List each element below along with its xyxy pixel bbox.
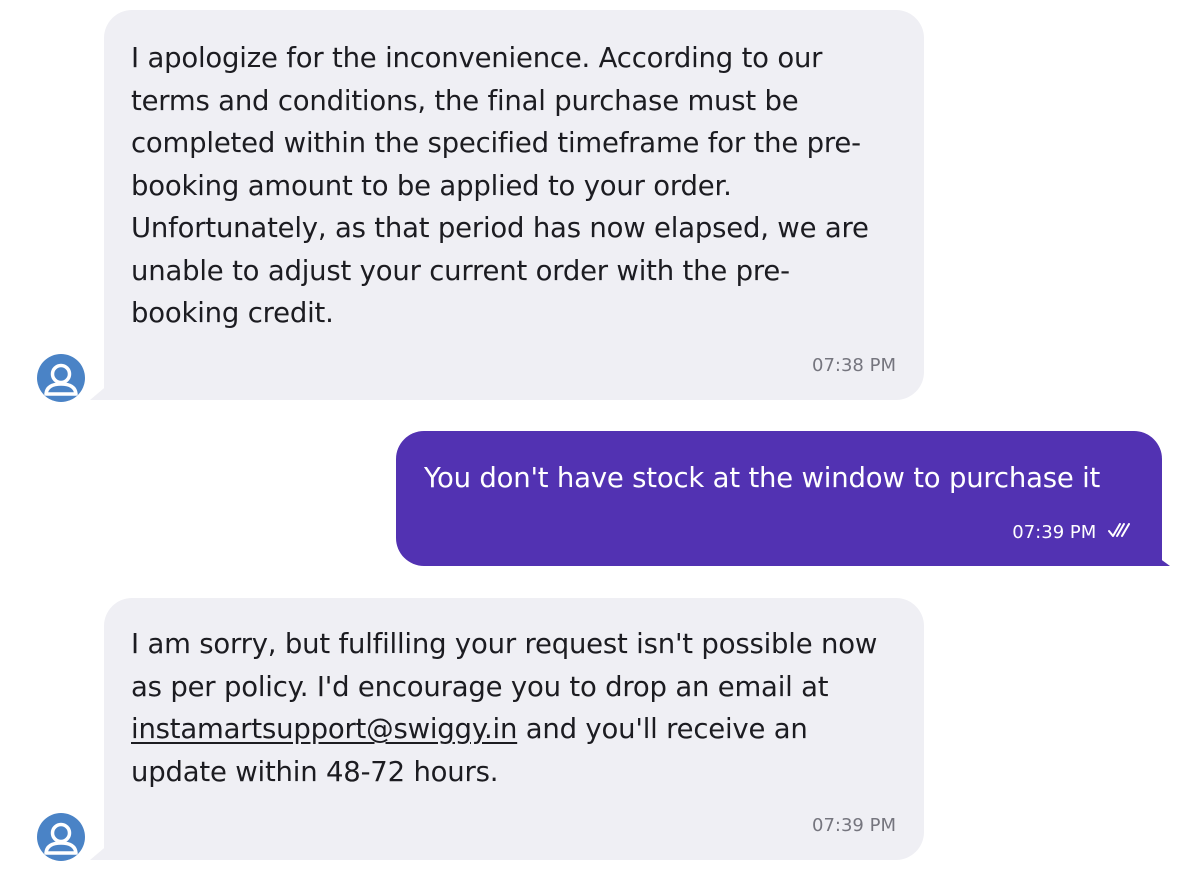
user-message-bubble: You don't have stock at the window to pu… (396, 431, 1162, 566)
agent-avatar-icon (37, 354, 85, 402)
message-text-before-link: I am sorry, but fulfilling your request … (131, 628, 878, 703)
message-timestamp: 07:39 PM (812, 815, 896, 836)
message-timestamp: 07:38 PM (812, 355, 896, 376)
agent-avatar-icon (37, 813, 85, 861)
message-timestamp: 07:39 PM (1012, 522, 1097, 543)
double-check-icon (1108, 522, 1130, 544)
message-text: You don't have stock at the window to pu… (424, 462, 1101, 494)
agent-message-bubble: I am sorry, but fulfilling your request … (104, 598, 924, 860)
message-text: I apologize for the inconvenience. Accor… (131, 42, 869, 329)
message-text: I am sorry, but fulfilling your request … (131, 623, 891, 793)
message-timestamp-row: 07:39 PM (1012, 522, 1130, 544)
agent-message-bubble: I apologize for the inconvenience. Accor… (104, 10, 924, 400)
support-email-link[interactable]: instamartsupport@swiggy.in (131, 713, 517, 745)
